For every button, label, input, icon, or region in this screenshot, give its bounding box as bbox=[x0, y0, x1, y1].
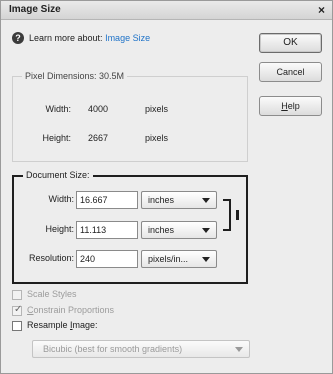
constrain-proportions-label: Constrain Proportions bbox=[27, 305, 114, 315]
doc-width-input[interactable]: 16.667 bbox=[76, 191, 138, 209]
image-size-help-link[interactable]: Image Size bbox=[105, 33, 150, 43]
doc-width-unit-select[interactable]: inches bbox=[141, 191, 217, 209]
constrain-label-rest: onstrain Proportions bbox=[33, 305, 115, 315]
chevron-down-icon bbox=[202, 198, 210, 203]
chevron-down-icon bbox=[202, 228, 210, 233]
dialog-title: Image Size bbox=[9, 4, 61, 15]
doc-height-unit-value: inches bbox=[148, 225, 175, 235]
chevron-down-icon bbox=[202, 257, 210, 262]
document-size-group: Document Size: Width: 16.667 inches Heig… bbox=[12, 170, 248, 284]
doc-width-label: Width: bbox=[48, 194, 74, 204]
constrain-proportions-checkbox[interactable]: ✓ bbox=[12, 304, 23, 316]
pixel-width-unit: pixels bbox=[145, 104, 169, 114]
pixel-dimensions-legend: Pixel Dimensions: 30.5M bbox=[22, 71, 128, 81]
checkmark-icon: ✓ bbox=[14, 304, 23, 315]
pixel-height-label: Height: bbox=[42, 133, 71, 143]
learn-more-prefix: Learn more about: bbox=[29, 33, 103, 43]
scale-styles-checkbox[interactable] bbox=[12, 290, 22, 300]
resample-method-value: Bicubic (best for smooth gradients) bbox=[43, 344, 183, 354]
resample-label-prefix: Resample bbox=[27, 320, 71, 330]
pixel-height-unit: pixels bbox=[145, 133, 169, 143]
doc-height-label: Height: bbox=[45, 224, 74, 234]
doc-height-input[interactable]: 11.113 bbox=[76, 221, 138, 239]
learn-more-text: Learn more about: Image Size bbox=[29, 33, 150, 43]
resolution-unit-select[interactable]: pixels/in... bbox=[141, 250, 217, 268]
document-size-legend: Document Size: bbox=[23, 170, 93, 180]
help-button[interactable]: Help bbox=[259, 96, 322, 116]
close-icon[interactable]: × bbox=[318, 3, 325, 17]
scale-styles-label: Scale Styles bbox=[27, 289, 77, 299]
pixel-dimensions-group: Pixel Dimensions: 30.5M Width: 4000 pixe… bbox=[12, 71, 248, 162]
doc-height-unit-select[interactable]: inches bbox=[141, 221, 217, 239]
resample-image-checkbox[interactable] bbox=[12, 321, 22, 331]
pixel-height-value: 2667 bbox=[88, 133, 109, 143]
question-icon: ? bbox=[12, 32, 24, 44]
chevron-down-icon bbox=[235, 347, 243, 352]
pixel-width-label: Width: bbox=[45, 104, 71, 114]
resolution-label: Resolution: bbox=[28, 253, 74, 263]
resolution-unit-value: pixels/in... bbox=[148, 254, 189, 264]
image-size-dialog: Image Size × ? Learn more about: Image S… bbox=[0, 0, 333, 374]
doc-width-unit-value: inches bbox=[148, 195, 175, 205]
pixel-width-value: 4000 bbox=[88, 104, 109, 114]
chain-link-icon bbox=[236, 210, 239, 220]
constrain-link-bracket bbox=[223, 199, 231, 231]
resample-label-rest: mage: bbox=[72, 320, 98, 330]
help-button-label-rest: elp bbox=[287, 101, 300, 111]
ok-button[interactable]: OK bbox=[259, 33, 322, 53]
cancel-button[interactable]: Cancel bbox=[259, 62, 322, 82]
title-bar[interactable]: Image Size × bbox=[1, 1, 332, 20]
resample-method-select[interactable]: Bicubic (best for smooth gradients) bbox=[32, 340, 250, 358]
resolution-input[interactable]: 240 bbox=[76, 250, 138, 268]
resample-image-label: Resample Image: bbox=[27, 320, 98, 330]
